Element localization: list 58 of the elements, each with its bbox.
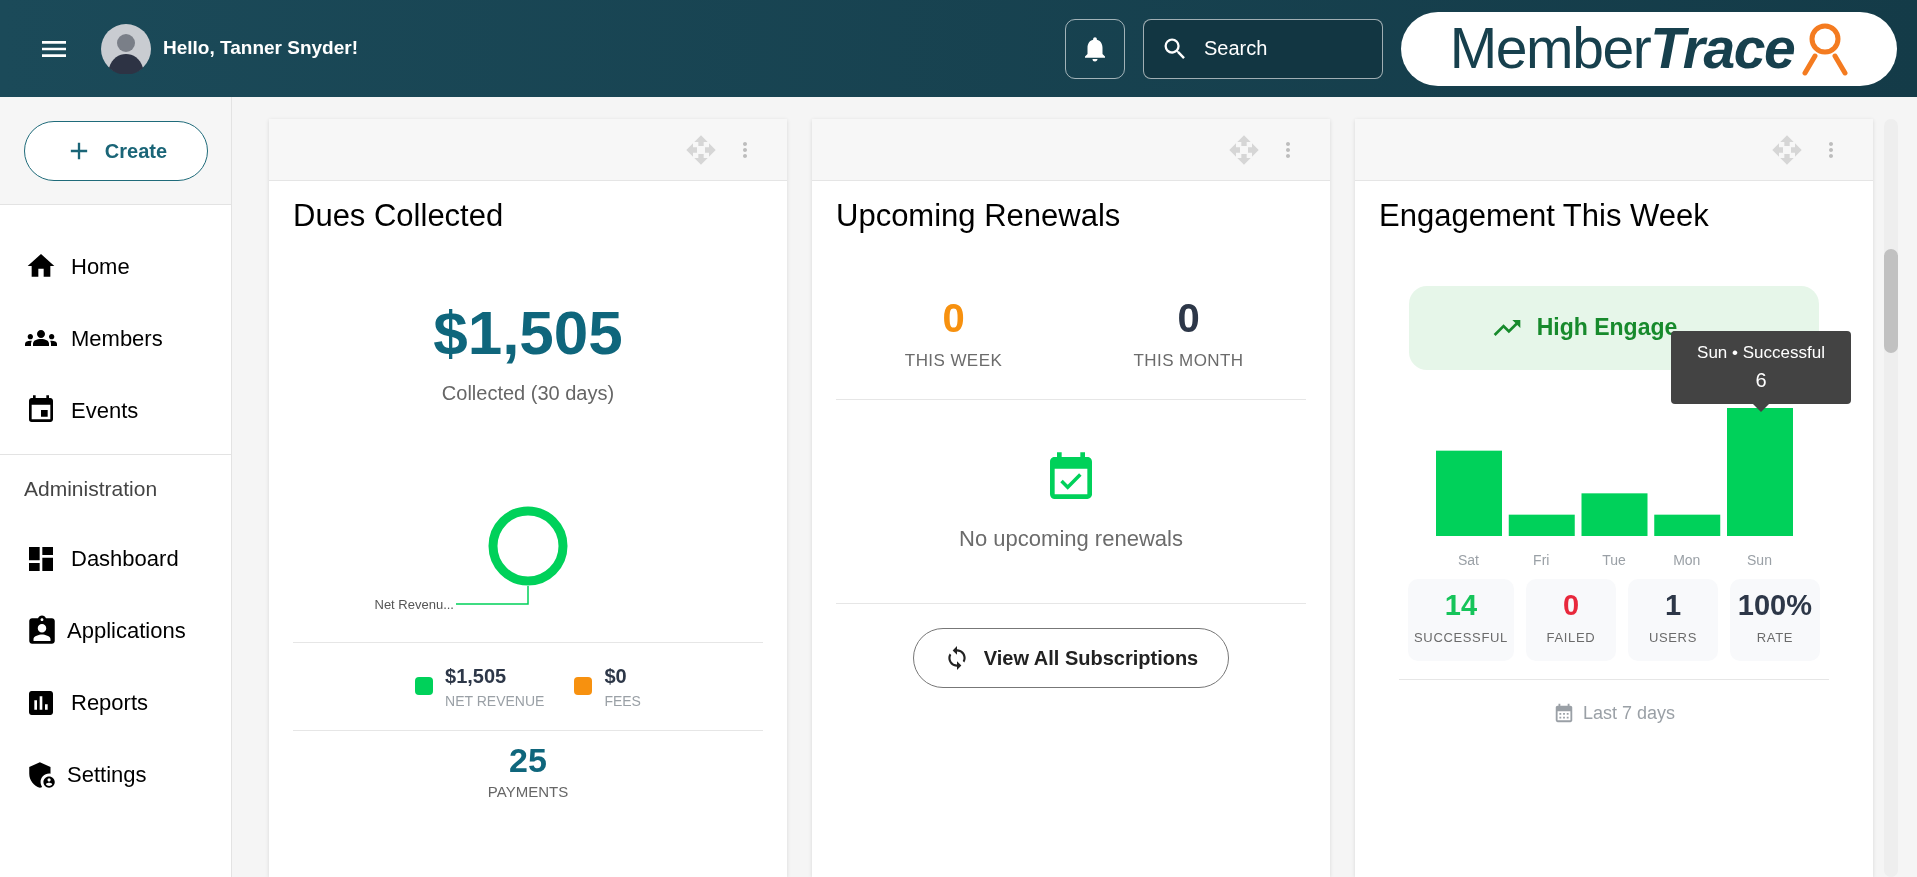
stat-value: 0 <box>1562 591 1579 621</box>
tooltip-title: Sun • Successful <box>1697 341 1825 364</box>
nav-item[interactable]: Events <box>71 393 139 427</box>
section-heading: Administration <box>24 477 158 500</box>
chart-bar[interactable] <box>1435 450 1502 536</box>
stat-label: THIS WEEK <box>904 349 1003 372</box>
nav-item[interactable]: Members <box>71 321 163 355</box>
logo-wordmark: MemberTrace <box>1449 20 1795 77</box>
avatar[interactable] <box>101 23 151 74</box>
axis-label: Tue <box>1602 550 1626 570</box>
legend-label: FEES <box>604 691 641 711</box>
legend-value: $0 <box>604 663 628 689</box>
create-button[interactable]: Create <box>24 120 208 181</box>
stat-label: SUCCESSFUL <box>1414 629 1508 648</box>
stat-value: 100% <box>1737 591 1813 621</box>
chart-bar[interactable] <box>1726 407 1793 536</box>
stat-value: 0 <box>942 297 965 338</box>
stat-value: 14 <box>1444 591 1478 621</box>
nav-item[interactable]: Applications <box>67 614 186 647</box>
person-icon <box>1802 21 1849 76</box>
nav-item[interactable]: Dashboard <box>71 542 179 575</box>
stat-value: 1 <box>1664 591 1681 621</box>
axis-label: Sun <box>1747 550 1772 570</box>
card-title: Dues Collected <box>293 197 505 235</box>
nav-item[interactable]: Settings <box>67 758 147 791</box>
nav-item[interactable]: Reports <box>71 686 149 719</box>
stat-label: FAILED <box>1546 629 1596 648</box>
chart-bar[interactable] <box>1581 492 1647 536</box>
payments-count: 25 <box>509 742 547 777</box>
stat-label: USERS <box>1648 629 1697 648</box>
stat-value: 0 <box>1177 297 1200 338</box>
payments-label: PAYMENTS <box>487 781 569 802</box>
move-icon[interactable] <box>1771 133 1803 166</box>
amount: $1,505 <box>433 301 623 364</box>
axis-label: Sat <box>1458 550 1479 570</box>
scrollbar[interactable] <box>1884 119 1898 877</box>
stat-label: RATE <box>1756 629 1794 648</box>
card-title: Engagement This Week <box>1379 197 1710 235</box>
legend-value: $1,505 <box>445 663 508 689</box>
legend-label: NET REVENUE <box>445 691 545 711</box>
empty-message: No upcoming renewals <box>959 525 1183 553</box>
chart-bar[interactable] <box>1508 514 1575 536</box>
axis-label: Fri <box>1533 550 1550 570</box>
banner-label: High Engage <box>1536 313 1678 343</box>
amount-caption: Collected (30 days) <box>441 380 615 406</box>
stat-label: THIS MONTH <box>1133 349 1244 372</box>
nav-item[interactable]: Home <box>71 249 130 283</box>
slice-label: Net Revenu... <box>374 596 454 612</box>
search-field[interactable]: Search <box>1143 18 1383 79</box>
card-title: Upcoming Renewals <box>836 197 1122 235</box>
tooltip-value: 6 <box>1755 368 1767 394</box>
axis-label: Mon <box>1673 550 1701 570</box>
greeting: Hello, Tanner Snyder! <box>163 36 358 61</box>
chart-bar[interactable] <box>1653 514 1720 536</box>
date-range: Last 7 days <box>1582 701 1676 725</box>
move-icon[interactable] <box>685 133 717 166</box>
notifications-button[interactable] <box>1065 18 1125 79</box>
move-icon[interactable] <box>1228 133 1260 166</box>
